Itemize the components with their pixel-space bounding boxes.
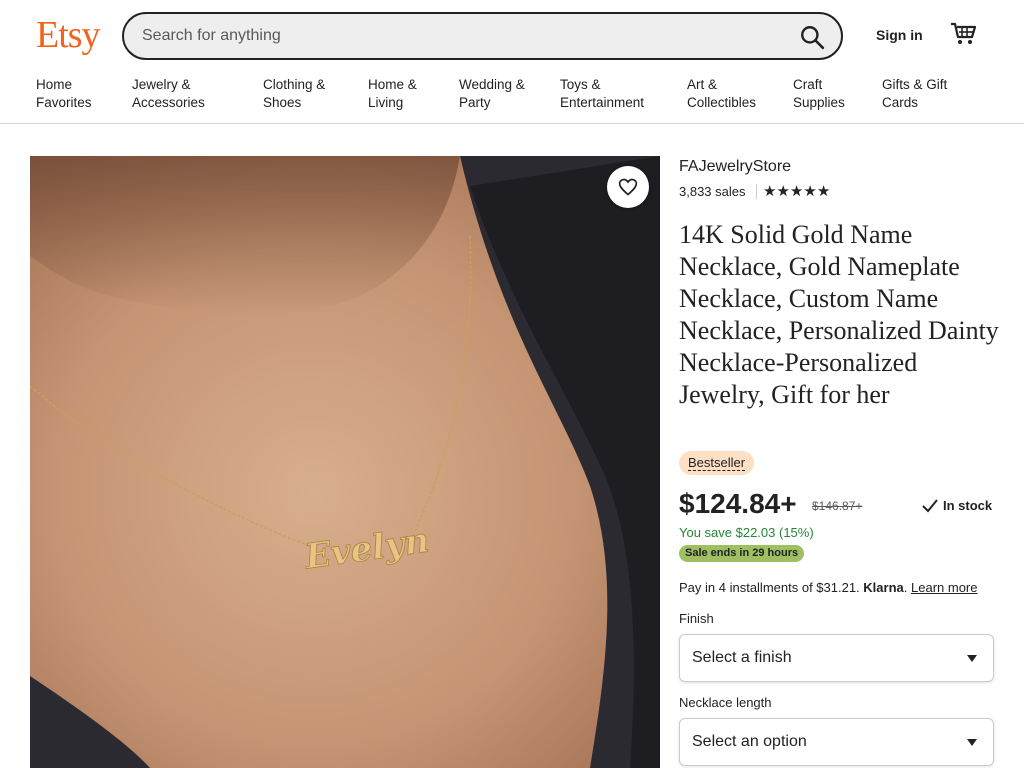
category-nav: Home Favorites Jewelry & Accessories Clo…: [0, 74, 1024, 124]
cart-icon[interactable]: [950, 22, 976, 46]
product-image[interactable]: Evelyn: [30, 156, 660, 768]
heart-icon: [618, 178, 638, 196]
etsy-logo[interactable]: Etsy: [36, 12, 101, 58]
finish-select[interactable]: Select a finish: [679, 634, 994, 682]
original-price: $146.87+: [812, 499, 863, 513]
nav-label: Toys &: [560, 77, 601, 92]
price: $124.84+: [679, 488, 797, 519]
nav-label: Gifts & Gift: [882, 77, 948, 92]
nav-item-home-living[interactable]: Home & Living: [368, 76, 417, 112]
nav-item-wedding[interactable]: Wedding & Party: [459, 76, 525, 112]
shop-name-link[interactable]: FAJewelryStore: [679, 158, 791, 176]
divider: [756, 184, 757, 199]
star-icon: ★: [816, 183, 831, 200]
finish-select-value: Select a finish: [692, 649, 792, 666]
nav-item-gifts[interactable]: Gifts & Gift Cards: [882, 76, 947, 112]
nav-label: Home: [36, 77, 73, 92]
star-icon: ★: [789, 183, 804, 200]
klarna-sep: .: [903, 580, 908, 595]
stock-label: In stock: [943, 498, 993, 513]
learn-more-link[interactable]: Learn more: [911, 580, 977, 595]
nav-label: Craft: [793, 77, 823, 92]
search-bar: [122, 12, 843, 60]
nav-item-art[interactable]: Art & Collectibles: [687, 76, 756, 112]
nav-label: Shoes: [263, 95, 302, 110]
nav-label: Home &: [368, 77, 417, 92]
necklace-photo: Evelyn: [30, 156, 660, 768]
nav-item-home-favorites[interactable]: Home Favorites: [36, 76, 92, 112]
sales-count: 3,833 sales: [679, 184, 746, 199]
nav-label: Entertainment: [560, 95, 645, 110]
product-title: 14K Solid Gold Name Necklace, Gold Namep…: [679, 220, 999, 409]
badge-label: Bestseller: [688, 455, 746, 471]
sale-ends-badge: Sale ends in 29 hours: [679, 545, 805, 562]
nav-item-jewelry[interactable]: Jewelry & Accessories: [132, 76, 205, 112]
nav-label: Favorites: [36, 95, 92, 110]
chevron-down-icon: [967, 739, 977, 746]
nav-label: Art &: [687, 77, 718, 92]
length-select-value: Select an option: [692, 733, 807, 750]
star-icon: ★: [803, 183, 817, 200]
star-icon: ★: [763, 183, 777, 200]
checkmark-icon: [922, 498, 938, 512]
search-icon[interactable]: [799, 24, 825, 50]
search-input[interactable]: [142, 14, 782, 58]
nav-item-craft[interactable]: Craft Supplies: [793, 76, 845, 112]
klarna-installments: Pay in 4 installments of $31.21. Klarna.…: [679, 580, 978, 595]
nav-label: Party: [459, 95, 491, 110]
savings-text: You save $22.03 (15%): [679, 525, 814, 540]
nav-label: Clothing &: [263, 77, 326, 92]
nav-item-clothing[interactable]: Clothing & Shoes: [263, 76, 325, 112]
finish-label: Finish: [679, 611, 714, 626]
necklace-length-label: Necklace length: [679, 695, 772, 710]
nav-label: Jewelry &: [132, 77, 191, 92]
klarna-text: Pay in 4 installments of $31.21.: [679, 580, 860, 595]
bestseller-badge[interactable]: Bestseller: [679, 451, 755, 475]
nav-label: Supplies: [793, 95, 845, 110]
star-icon: ★: [776, 183, 790, 200]
stock-status: In stock: [922, 498, 992, 513]
sign-in-link[interactable]: Sign in: [876, 27, 923, 43]
nav-label: Cards: [882, 95, 919, 110]
klarna-brand: Klarna: [863, 580, 904, 595]
nav-label: Wedding &: [459, 77, 525, 92]
nav-label: Accessories: [132, 95, 205, 110]
necklace-length-select[interactable]: Select an option: [679, 718, 994, 766]
nav-item-toys[interactable]: Toys & Entertainment: [560, 76, 644, 112]
nav-label: Living: [368, 95, 404, 110]
chevron-down-icon: [967, 655, 977, 662]
nav-label: Collectibles: [687, 95, 757, 110]
rating-stars[interactable]: ★★★★★: [763, 182, 830, 200]
favorite-button[interactable]: [607, 166, 649, 208]
